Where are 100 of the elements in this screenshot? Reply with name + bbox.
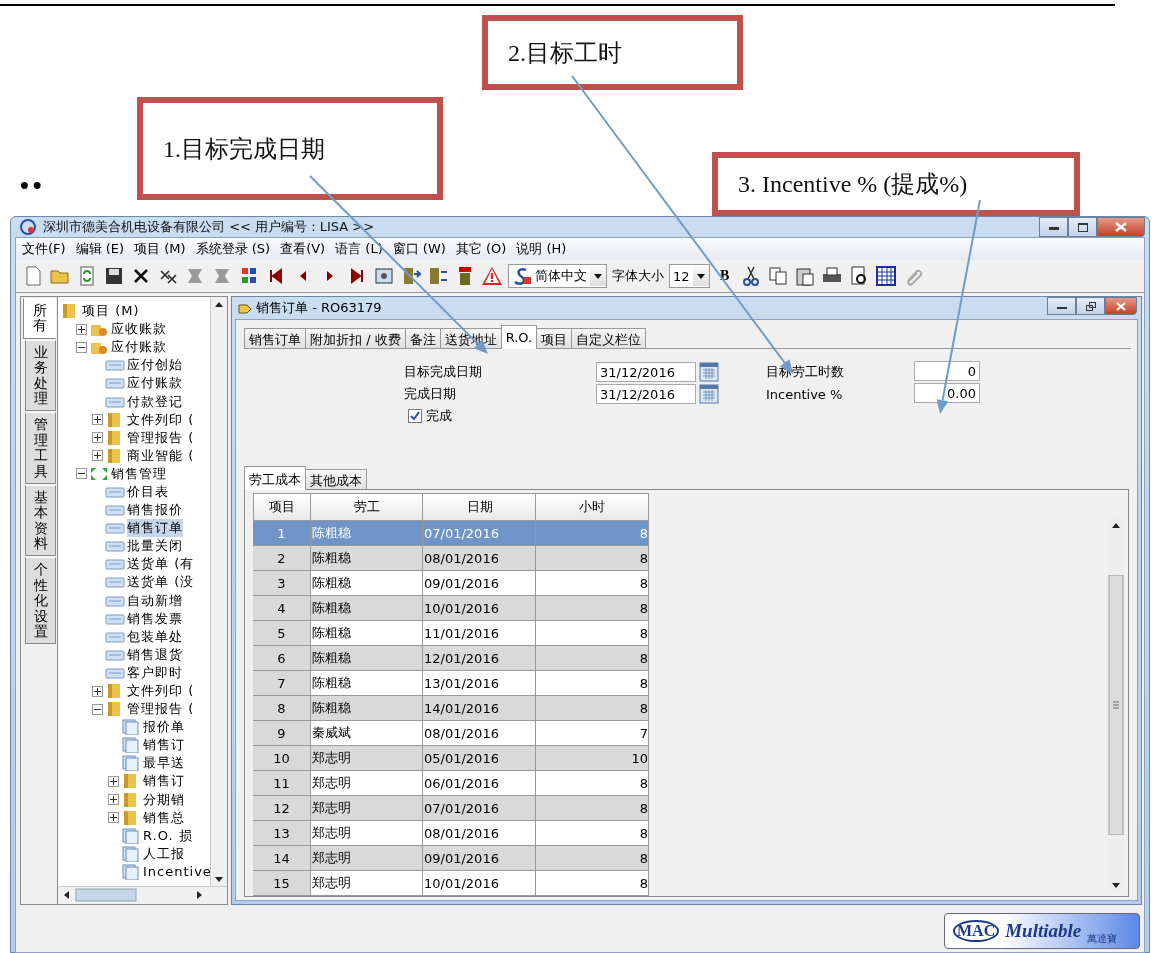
tree-item[interactable]: 项目 (M): [82, 302, 140, 321]
table-icon[interactable]: [874, 265, 897, 287]
language-dropdown[interactable]: 简体中文: [508, 264, 607, 288]
tree-item[interactable]: 自动新增: [127, 591, 183, 610]
tab[interactable]: 其他成本: [305, 469, 367, 489]
menu-item[interactable]: 查看(V): [280, 240, 326, 258]
expander-toggle[interactable]: [92, 432, 103, 444]
tree-item[interactable]: 销售管理: [111, 464, 167, 483]
warning-icon[interactable]: [481, 265, 503, 287]
tree-item[interactable]: 文件列印 (: [127, 682, 195, 700]
tree-item[interactable]: 包装单处: [127, 627, 183, 646]
side-tab[interactable]: 所有: [23, 298, 56, 339]
minimize-button[interactable]: [1047, 297, 1076, 315]
tab[interactable]: 备注: [404, 328, 441, 348]
tree-item[interactable]: 送货单 (没: [127, 573, 195, 592]
expander-toggle[interactable]: [76, 341, 87, 353]
menu-item[interactable]: 文件(F): [22, 240, 66, 258]
side-tab[interactable]: 业务处理: [25, 339, 56, 412]
expander-toggle[interactable]: [76, 468, 87, 480]
tree-item[interactable]: 管理报告 (: [127, 428, 195, 447]
expander-toggle[interactable]: [108, 812, 119, 824]
restore-button[interactable]: [1076, 297, 1105, 315]
row-number[interactable]: 9: [253, 721, 311, 746]
tree-item[interactable]: 人工报: [143, 844, 185, 863]
row-number[interactable]: 5: [253, 621, 311, 646]
tree-item[interactable]: R.O. 损: [143, 826, 193, 845]
tree-item[interactable]: 批量关闭: [127, 537, 183, 556]
tree-item[interactable]: 价目表: [127, 483, 169, 501]
expander-toggle[interactable]: [108, 776, 119, 787]
tree-item[interactable]: 应付账款: [111, 338, 167, 357]
tree-item[interactable]: 分期销: [143, 790, 185, 809]
row-number[interactable]: 13: [253, 821, 311, 846]
row-number[interactable]: 14: [253, 846, 311, 871]
tab[interactable]: R.O.: [500, 325, 538, 349]
maximize-button[interactable]: [1068, 217, 1097, 237]
row-number[interactable]: 2: [253, 546, 311, 571]
font-size-dropdown[interactable]: 12: [669, 264, 710, 288]
side-tab[interactable]: 管理工具: [25, 412, 56, 484]
tree-item[interactable]: 应付账款: [127, 374, 183, 393]
column-header[interactable]: 小时: [536, 493, 649, 521]
row-number[interactable]: 15: [253, 871, 311, 896]
tree-item[interactable]: 客户即时: [127, 663, 183, 682]
row-number[interactable]: 3: [253, 571, 311, 596]
side-tab[interactable]: 个性化设置: [25, 557, 56, 645]
tree-item[interactable]: 销售总: [143, 808, 185, 827]
number-field[interactable]: 0: [914, 361, 980, 381]
tree-item[interactable]: 付款登记: [127, 392, 183, 411]
row-number[interactable]: 11: [253, 771, 311, 796]
tree-item[interactable]: 应付创始: [127, 356, 183, 375]
tree-item[interactable]: 文件列印 (: [127, 410, 195, 429]
column-header[interactable]: 日期: [423, 493, 536, 521]
menu-item[interactable]: 项目 (M): [134, 240, 186, 258]
menu-item[interactable]: 窗口 (W): [392, 240, 446, 258]
menu-item[interactable]: 说明 (H): [516, 240, 567, 258]
calendar-icon[interactable]: [699, 362, 719, 382]
side-tab[interactable]: 基本资料: [25, 484, 56, 557]
calendar-icon[interactable]: [699, 384, 719, 404]
expander-toggle[interactable]: [92, 703, 103, 715]
number-field[interactable]: 0.00: [914, 383, 980, 403]
row-number[interactable]: 6: [253, 646, 311, 671]
expander-toggle[interactable]: [92, 685, 103, 697]
tree-item[interactable]: 管理报告 (: [127, 700, 195, 719]
tree-item[interactable]: 报价单: [143, 718, 185, 737]
close-button[interactable]: [1097, 217, 1145, 237]
tab[interactable]: 附加折扣 / 收费: [305, 328, 406, 348]
tree-item[interactable]: 销售订: [143, 772, 185, 791]
tab[interactable]: 自定义栏位: [571, 328, 647, 348]
checkbox[interactable]: [408, 409, 422, 423]
expander-toggle[interactable]: [108, 794, 119, 806]
tree-item[interactable]: 销售订单: [127, 519, 183, 538]
tree-item[interactable]: 应收账款: [111, 320, 167, 339]
menu-item[interactable]: 其它 (O): [455, 240, 507, 258]
expander-toggle[interactable]: [76, 323, 87, 335]
row-number[interactable]: 12: [253, 796, 311, 821]
tree-item[interactable]: 送货单 (有: [127, 555, 195, 574]
column-header[interactable]: 项目: [253, 493, 311, 521]
tab[interactable]: 劳工成本: [244, 466, 306, 490]
tree-item[interactable]: 销售报价: [127, 501, 183, 520]
row-number[interactable]: 7: [253, 671, 311, 696]
menu-item[interactable]: 系统登录 (S): [195, 240, 271, 258]
tree-item[interactable]: 商业智能 (: [127, 446, 195, 465]
horizontal-scrollbar[interactable]: [58, 886, 227, 904]
close-button[interactable]: [1105, 297, 1137, 315]
expander-toggle[interactable]: [92, 450, 103, 462]
tree-item[interactable]: 销售退货: [127, 645, 183, 664]
tree-item[interactable]: 销售发票: [127, 609, 183, 628]
row-number[interactable]: 4: [253, 596, 311, 621]
tab[interactable]: 项目: [536, 328, 573, 348]
tree-item[interactable]: 销售订: [143, 736, 185, 755]
row-number[interactable]: 10: [253, 746, 311, 771]
expander-toggle[interactable]: [92, 414, 103, 426]
copy-icon[interactable]: [766, 265, 789, 287]
door-arrows-icon[interactable]: [427, 265, 449, 287]
vertical-scrollbar[interactable]: [210, 297, 227, 886]
minimize-button[interactable]: [1039, 217, 1068, 237]
image-icon[interactable]: [373, 265, 395, 287]
tree-item[interactable]: 最早送: [143, 754, 185, 773]
row-number[interactable]: 8: [253, 696, 311, 721]
menu-item[interactable]: 语言 (L): [335, 240, 383, 258]
date-field[interactable]: 31/12/2016: [596, 384, 696, 404]
